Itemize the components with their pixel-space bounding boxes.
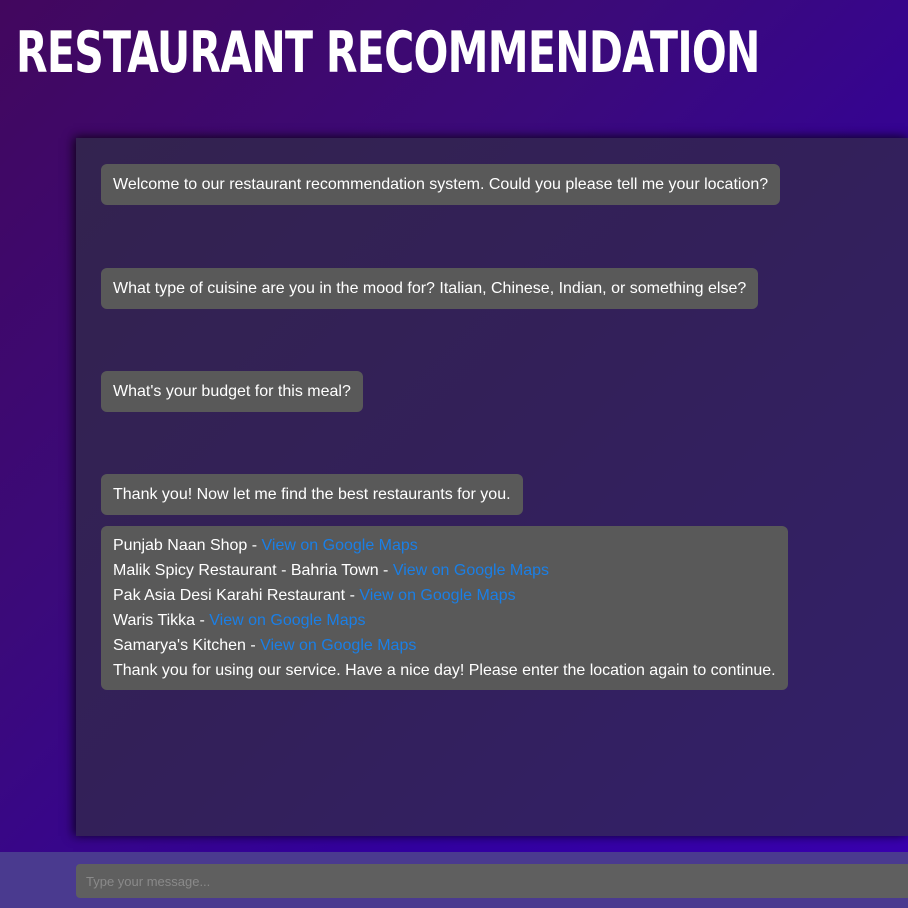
restaurant-results-message: Punjab Naan Shop - View on Google Maps M… [101, 526, 788, 690]
restaurant-result-item: Pak Asia Desi Karahi Restaurant - View o… [113, 587, 516, 604]
closing-text: Thank you for using our service. Have a … [113, 662, 776, 679]
google-maps-link[interactable]: View on Google Maps [393, 562, 549, 579]
restaurant-result-item: Samarya's Kitchen - View on Google Maps [113, 637, 417, 654]
google-maps-link[interactable]: View on Google Maps [209, 612, 365, 629]
restaurant-name: Pak Asia Desi Karahi Restaurant [113, 587, 346, 604]
restaurant-name: Malik Spicy Restaurant - Bahria Town [113, 562, 379, 579]
google-maps-link[interactable]: View on Google Maps [260, 637, 416, 654]
restaurant-result-item: Malik Spicy Restaurant - Bahria Town - V… [113, 562, 550, 579]
bot-message: Thank you! Now let me find the best rest… [101, 474, 523, 515]
bot-message: What type of cuisine are you in the mood… [101, 268, 759, 309]
restaurant-name: Punjab Naan Shop [113, 537, 248, 554]
bot-message: What's your budget for this meal? [101, 371, 363, 412]
message-input-bar [0, 852, 908, 908]
page-title: RESTAURANT RECOMMENDATION [16, 20, 760, 86]
bot-message: Welcome to our restaurant recommendation… [101, 164, 781, 205]
restaurant-name: Waris Tikka [113, 612, 196, 629]
google-maps-link[interactable]: View on Google Maps [262, 537, 418, 554]
google-maps-link[interactable]: View on Google Maps [359, 587, 515, 604]
chat-panel: Welcome to our restaurant recommendation… [76, 138, 908, 836]
restaurant-name: Samarya's Kitchen [113, 637, 246, 654]
restaurant-result-item: Punjab Naan Shop - View on Google Maps [113, 537, 418, 554]
restaurant-result-item: Waris Tikka - View on Google Maps [113, 612, 366, 629]
message-input[interactable] [76, 864, 908, 898]
